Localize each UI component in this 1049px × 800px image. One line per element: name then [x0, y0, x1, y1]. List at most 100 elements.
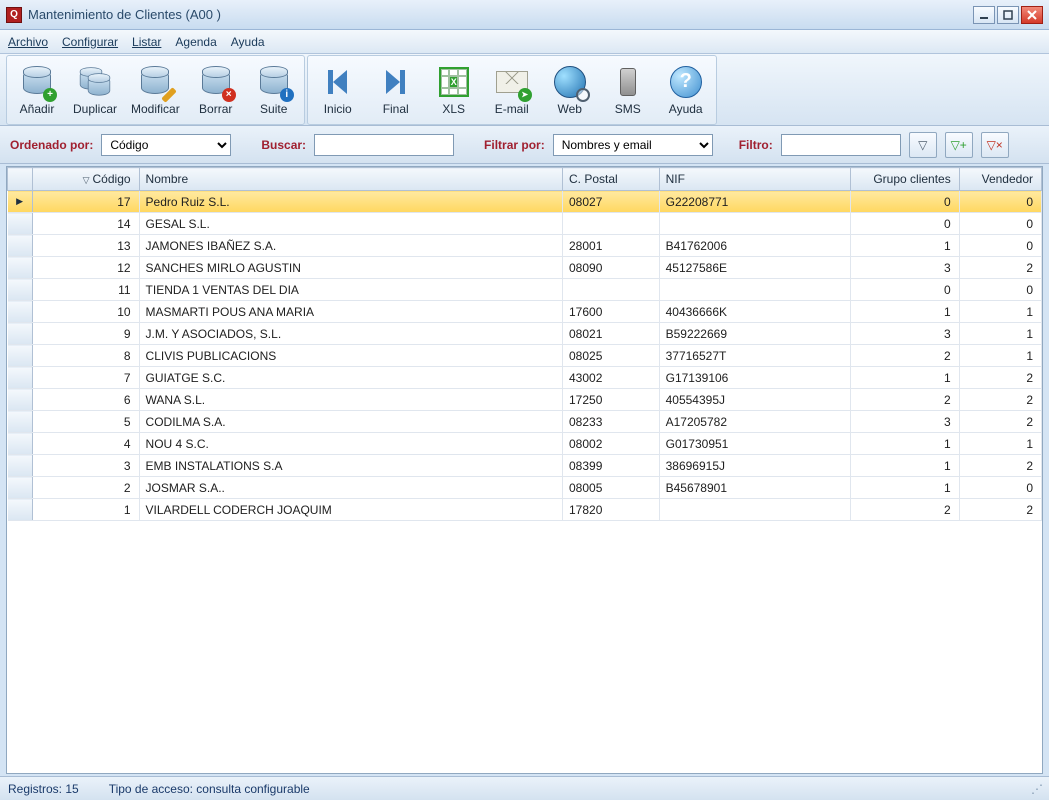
table-row[interactable]: 7GUIATGE S.C.43002G1713910612: [8, 367, 1042, 389]
cell-nombre: NOU 4 S.C.: [139, 433, 562, 455]
modify-button[interactable]: Modificar: [125, 58, 186, 122]
cell-nombre: GESAL S.L.: [139, 213, 562, 235]
cell-grupo: 1: [850, 433, 959, 455]
first-button[interactable]: Inicio: [310, 58, 366, 122]
email-button[interactable]: ➤ E-mail: [484, 58, 540, 122]
row-indicator: [8, 235, 33, 257]
help-button[interactable]: ? Ayuda: [658, 58, 714, 122]
table-row[interactable]: 12SANCHES MIRLO AGUSTIN0809045127586E32: [8, 257, 1042, 279]
cell-grupo: 0: [850, 279, 959, 301]
cell-codigo: 17: [32, 191, 139, 213]
cell-vendedor: 2: [959, 499, 1041, 521]
col-cpostal[interactable]: C. Postal: [563, 168, 660, 191]
funnel-icon: ▽: [918, 138, 927, 152]
table-row[interactable]: 17Pedro Ruiz S.L.08027G2220877100: [8, 191, 1042, 213]
database-edit-icon: [137, 64, 173, 100]
xls-button[interactable]: X XLS: [426, 58, 482, 122]
maximize-button[interactable]: [997, 6, 1019, 24]
xls-icon: X: [436, 64, 472, 100]
table-row[interactable]: 3EMB INSTALATIONS S.A0839938696915J12: [8, 455, 1042, 477]
table-row[interactable]: 14GESAL S.L.00: [8, 213, 1042, 235]
apply-filter-button[interactable]: ▽: [909, 132, 937, 158]
data-grid[interactable]: ▽Código Nombre C. Postal NIF Grupo clien…: [6, 166, 1043, 774]
table-row[interactable]: 1VILARDELL CODERCH JOAQUIM1782022: [8, 499, 1042, 521]
row-indicator: [8, 389, 33, 411]
table-row[interactable]: 9J.M. Y ASOCIADOS, S.L.08021B5922266931: [8, 323, 1042, 345]
row-indicator: [8, 323, 33, 345]
col-codigo[interactable]: ▽Código: [32, 168, 139, 191]
cell-nombre: J.M. Y ASOCIADOS, S.L.: [139, 323, 562, 345]
cell-nombre: JAMONES IBAÑEZ S.A.: [139, 235, 562, 257]
table-row[interactable]: 13JAMONES IBAÑEZ S.A.28001B4176200610: [8, 235, 1042, 257]
col-nif[interactable]: NIF: [659, 168, 850, 191]
minimize-button[interactable]: [973, 6, 995, 24]
cell-codigo: 10: [32, 301, 139, 323]
table-row[interactable]: 6WANA S.L.1725040554395J22: [8, 389, 1042, 411]
cell-nif: [659, 499, 850, 521]
cell-grupo: 1: [850, 455, 959, 477]
add-button[interactable]: + Añadir: [9, 58, 65, 122]
sortby-select[interactable]: Código: [101, 134, 231, 156]
cell-cpostal: 28001: [563, 235, 660, 257]
statusbar: Registros: 15 Tipo de acceso: consulta c…: [0, 776, 1049, 800]
cell-vendedor: 0: [959, 279, 1041, 301]
cell-codigo: 14: [32, 213, 139, 235]
cell-cpostal: 08021: [563, 323, 660, 345]
cell-grupo: 2: [850, 345, 959, 367]
row-indicator: [8, 455, 33, 477]
menu-archivo[interactable]: Archivo: [8, 35, 48, 49]
status-record-count: Registros: 15: [8, 782, 79, 796]
cell-cpostal: 43002: [563, 367, 660, 389]
col-grupo[interactable]: Grupo clientes: [850, 168, 959, 191]
cell-grupo: 2: [850, 389, 959, 411]
mail-icon: ➤: [494, 64, 530, 100]
row-indicator: [8, 191, 33, 213]
suite-button[interactable]: i Suite: [246, 58, 302, 122]
cell-codigo: 7: [32, 367, 139, 389]
row-indicator: [8, 499, 33, 521]
duplicate-button[interactable]: Duplicar: [67, 58, 123, 122]
row-indicator: [8, 213, 33, 235]
table-row[interactable]: 5CODILMA S.A.08233A1720578232: [8, 411, 1042, 433]
table-row[interactable]: 10MASMARTI POUS ANA MARIA1760040436666K1…: [8, 301, 1042, 323]
cell-codigo: 1: [32, 499, 139, 521]
cell-cpostal: 08399: [563, 455, 660, 477]
filter-input[interactable]: [781, 134, 901, 156]
cell-codigo: 4: [32, 433, 139, 455]
cell-vendedor: 0: [959, 191, 1041, 213]
window-title: Mantenimiento de Clientes (A00 ): [28, 7, 221, 22]
col-nombre[interactable]: Nombre: [139, 168, 562, 191]
search-input[interactable]: [314, 134, 454, 156]
resize-grip[interactable]: ⋰: [1031, 782, 1041, 796]
table-row[interactable]: 4NOU 4 S.C.08002G0173095111: [8, 433, 1042, 455]
cell-cpostal: 17250: [563, 389, 660, 411]
cell-grupo: 2: [850, 499, 959, 521]
cell-grupo: 1: [850, 367, 959, 389]
cell-vendedor: 0: [959, 213, 1041, 235]
table-row[interactable]: 8CLIVIS PUBLICACIONS0802537716527T21: [8, 345, 1042, 367]
cell-grupo: 1: [850, 301, 959, 323]
menu-configurar[interactable]: Configurar: [62, 35, 118, 49]
add-filter-button[interactable]: ▽+: [945, 132, 973, 158]
close-button[interactable]: [1021, 6, 1043, 24]
web-button[interactable]: Web: [542, 58, 598, 122]
menu-listar[interactable]: Listar: [132, 35, 161, 49]
delete-button[interactable]: × Borrar: [188, 58, 244, 122]
table-row[interactable]: 11TIENDA 1 VENTAS DEL DIA00: [8, 279, 1042, 301]
search-label: Buscar:: [261, 138, 306, 152]
filterby-select[interactable]: Nombres y email: [553, 134, 713, 156]
menu-agenda[interactable]: Agenda: [175, 35, 216, 49]
row-indicator: [8, 411, 33, 433]
col-vendedor[interactable]: Vendedor: [959, 168, 1041, 191]
menu-ayuda[interactable]: Ayuda: [231, 35, 265, 49]
cell-codigo: 11: [32, 279, 139, 301]
nav-first-icon: [320, 64, 356, 100]
last-button[interactable]: Final: [368, 58, 424, 122]
cell-codigo: 2: [32, 477, 139, 499]
cell-cpostal: [563, 279, 660, 301]
sms-button[interactable]: SMS: [600, 58, 656, 122]
table-row[interactable]: 2JOSMAR S.A..08005B4567890110: [8, 477, 1042, 499]
database-delete-icon: ×: [198, 64, 234, 100]
cell-nif: 40554395J: [659, 389, 850, 411]
clear-filter-button[interactable]: ▽×: [981, 132, 1009, 158]
